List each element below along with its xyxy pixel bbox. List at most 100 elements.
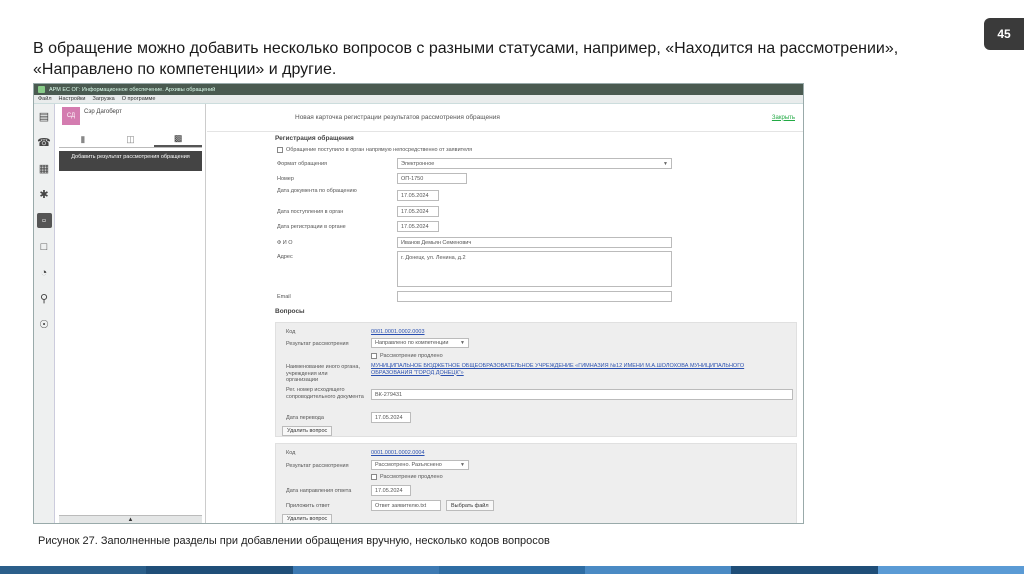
app-logo-icon (38, 86, 45, 93)
figure-caption: Рисунок 27. Заполненные разделы при доба… (38, 535, 550, 547)
close-link[interactable]: Закрыть (772, 115, 795, 121)
menu-file[interactable]: Файл (38, 96, 52, 102)
menu-about[interactable]: О программе (122, 96, 156, 102)
chat-icon[interactable]: □ (37, 239, 52, 254)
slide-heading-line-1: В обращение можно добавить несколько воп… (33, 40, 899, 57)
registered-date-input[interactable]: 17.05.2024 (397, 221, 439, 232)
slide-heading-line-2: «Направлено по компетенции» и другие. (33, 61, 337, 78)
question-block-1: Код 0001.0001.0002.0003 Результат рассмо… (275, 322, 797, 437)
card-header: Новая карточка регистрации результатов р… (207, 104, 803, 132)
doc-date-input[interactable]: 17.05.2024 (397, 190, 439, 201)
footer-segment (731, 566, 878, 574)
q1-transfer-label: Дата перевода (286, 415, 324, 421)
tab-forms[interactable]: ◫ (107, 132, 155, 147)
user-row: СД Сэр Дагоберт (56, 104, 205, 132)
number-label: Номер (277, 176, 294, 182)
fio-label: Ф И О (277, 240, 293, 246)
q1-org-link[interactable]: МУНИЦИПАЛЬНОЕ БЮДЖЕТНОЕ ОБЩЕОБРАЗОВАТЕЛЬ… (371, 363, 781, 376)
doc-date-label: Дата документа по обращению (277, 188, 357, 194)
footer-segment (0, 566, 147, 574)
panel-tabs: ▮ ◫ ▩ (59, 132, 203, 148)
card-title: Новая карточка регистрации результатов р… (295, 114, 500, 121)
main-form: Новая карточка регистрации результатов р… (207, 104, 803, 523)
q1-transfer-input[interactable]: 17.05.2024 (371, 412, 411, 423)
user-name: Сэр Дагоберт (84, 109, 122, 115)
q2-code-link[interactable]: 0001.0001.0002.0004 (371, 450, 425, 457)
q1-code-link[interactable]: 0001.0001.0002.0003 (371, 329, 425, 336)
q2-attach-input[interactable]: Ответ заявителю.txt (371, 500, 441, 511)
q1-outgoing-label: Рег. номер исходящего сопроводительного … (286, 387, 364, 400)
building-icon[interactable]: ▦ (37, 161, 52, 176)
q1-code-label: Код (286, 329, 296, 335)
q2-result-select[interactable]: Рассмотрено. Разъяснено ▼ (371, 460, 469, 470)
app-window: АРМ ЕС ОГ: Информационное обеспечение. А… (33, 83, 804, 524)
registration-section-title: Регистрация обращения (275, 135, 354, 142)
q2-attach-label: Приложить ответ (286, 503, 330, 509)
q2-delete-button[interactable]: Удалить вопрос (282, 514, 333, 523)
address-textarea[interactable]: г. Донецк, ул. Ленина, д.2 (397, 251, 672, 287)
q1-extended-label: Рассмотрение продлено (380, 353, 443, 359)
q2-choose-file-button[interactable]: Выбрать файл (446, 500, 494, 511)
notes-icon: ▮ (80, 134, 86, 144)
share-icon[interactable]: ✱ (37, 187, 52, 202)
received-date-label: Дата поступления в орган (277, 209, 344, 215)
phone-icon[interactable]: ☎ (37, 135, 52, 150)
q2-answer-date-input[interactable]: 17.05.2024 (371, 485, 411, 496)
q1-extended-row[interactable]: Рассмотрение продлено (371, 353, 443, 359)
q2-extended-label: Рассмотрение продлено (380, 474, 443, 480)
q2-code-label: Код (286, 450, 296, 456)
q2-result-label: Результат рассмотрения (286, 463, 349, 469)
footer-segment (292, 566, 439, 574)
pie-chart-icon[interactable]: ◔ (37, 265, 52, 280)
format-label: Формат обращения (277, 161, 328, 167)
chevron-down-icon: ▼ (460, 462, 465, 468)
email-label: Email (277, 294, 291, 300)
footer-segment (146, 566, 293, 574)
search-icon[interactable]: ⚲ (37, 291, 52, 306)
card-icon[interactable]: ▫ (36, 213, 52, 228)
app-window-title: АРМ ЕС ОГ: Информационное обеспечение. А… (49, 86, 216, 93)
q2-extended-checkbox[interactable] (371, 474, 377, 480)
help-icon[interactable]: ☉ (37, 317, 52, 332)
add-result-button[interactable]: Добавить результат рассмотрения обращени… (59, 151, 202, 171)
tool-rail: ▤ ☎ ▦ ✱ ▫ □ ◔ ⚲ ☉ (34, 104, 55, 523)
fio-input[interactable]: Иванов Демьян Семенович (397, 237, 672, 248)
direct-appeal-checkbox-row[interactable]: Обращение поступило в орган напрямую неп… (277, 147, 472, 153)
chevron-down-icon: ▼ (460, 340, 465, 346)
received-date-input[interactable]: 17.05.2024 (397, 206, 439, 217)
chevron-up-icon: ▲ (127, 516, 134, 523)
number-input[interactable]: ОП-1750 (397, 173, 467, 184)
q1-result-label: Результат рассмотрения (286, 341, 349, 347)
left-panel: СД Сэр Дагоберт ▮ ◫ ▩ Добавить результат… (56, 104, 206, 523)
q1-extended-checkbox[interactable] (371, 353, 377, 359)
q1-result-value: Направлено по компетенции (375, 340, 449, 346)
form-icon: ◫ (126, 134, 135, 144)
q1-result-select[interactable]: Направлено по компетенции ▼ (371, 338, 469, 348)
tab-documents[interactable]: ▮ (59, 132, 107, 147)
format-select[interactable]: Электронное ▼ (397, 158, 672, 169)
direct-appeal-checkbox[interactable] (277, 147, 283, 153)
q2-extended-row[interactable]: Рассмотрение продлено (371, 474, 443, 480)
q1-delete-button[interactable]: Удалить вопрос (282, 426, 333, 436)
app-titlebar: АРМ ЕС ОГ: Информационное обеспечение. А… (34, 84, 803, 95)
tab-results[interactable]: ▩ (154, 132, 203, 147)
avatar: СД (62, 107, 80, 125)
email-input[interactable] (397, 291, 672, 302)
format-value: Электронное (401, 160, 435, 167)
footer-segment (585, 566, 732, 574)
footer-segment (877, 566, 1024, 574)
address-label: Адрес (277, 254, 293, 260)
document-icon[interactable]: ▤ (37, 109, 52, 124)
menu-load[interactable]: Загрузка (93, 96, 115, 102)
questions-section-title: Вопросы (275, 308, 305, 315)
question-block-2: Код 0001.0001.0002.0004 Результат рассмо… (275, 443, 797, 523)
panel-collapse-handle[interactable]: ▲ (59, 515, 202, 523)
q1-outgoing-input[interactable]: ВК-279431 (371, 389, 793, 400)
q1-org-label: Наименование иного органа, учреждения ил… (286, 364, 360, 383)
menu-settings[interactable]: Настройки (59, 96, 86, 102)
slide-heading: В обращение можно добавить несколько воп… (33, 38, 973, 80)
registered-date-label: Дата регистрации в органе (277, 224, 346, 230)
result-icon: ▩ (173, 133, 183, 143)
q2-result-value: Рассмотрено. Разъяснено (375, 462, 442, 468)
direct-appeal-label: Обращение поступило в орган напрямую неп… (286, 147, 473, 153)
